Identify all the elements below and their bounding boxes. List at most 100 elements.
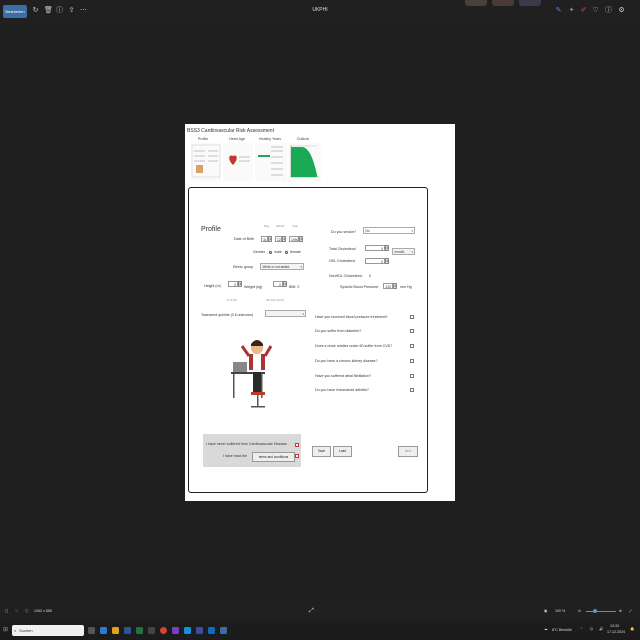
diabetes-checkbox[interactable] <box>410 329 414 333</box>
vscode-icon[interactable] <box>184 627 191 634</box>
month-stepper[interactable]: ⇕ <box>282 236 286 242</box>
teams-icon[interactable] <box>196 627 203 634</box>
volume-icon[interactable]: 🔊 <box>599 627 603 631</box>
info-icon[interactable]: ⓘ <box>605 7 612 14</box>
day-stepper[interactable]: ⇕ <box>268 236 272 242</box>
total-cholesterol-input[interactable]: 0 <box>365 245 385 251</box>
year-stepper[interactable]: ⇕ <box>299 236 303 242</box>
year-input[interactable]: 1990 <box>289 236 299 242</box>
edge-icon[interactable] <box>100 627 107 634</box>
search-input[interactable]: Suchen <box>12 625 84 636</box>
edit-image-icon[interactable]: ✎ <box>555 7 562 14</box>
network-icon[interactable]: ⌬ <box>590 627 593 631</box>
terms-button[interactable]: terms and conditions <box>252 452 295 462</box>
weight-input[interactable]: 0 <box>273 281 283 287</box>
heart-icon[interactable]: ♡ <box>15 609 18 613</box>
question-kidney: Do you have a chronic kidney disease? <box>315 359 378 363</box>
image-icon[interactable]: ▢ <box>5 609 8 613</box>
step-healthy-years[interactable]: Healthy Years <box>255 137 285 141</box>
rotate-icon[interactable]: ↻ <box>32 7 39 14</box>
fit-icon[interactable]: ▣ <box>544 609 547 613</box>
zoom-in-icon[interactable]: ⊕ <box>619 609 622 613</box>
info-icon[interactable]: ⓘ <box>56 7 63 14</box>
expand-icon[interactable]: ⤢ <box>309 608 314 615</box>
cholesterol-unit-select[interactable]: mmol/L <box>392 248 415 255</box>
dimensions-readout: 1052 x 858 <box>34 609 52 613</box>
read-terms-checkbox[interactable] <box>295 454 299 458</box>
color-swatch[interactable] <box>519 0 541 6</box>
smoke-select[interactable]: No <box>363 227 415 234</box>
never-cvd-checkbox[interactable] <box>295 443 299 447</box>
share-icon[interactable]: ⇪ <box>68 7 75 14</box>
kidney-checkbox[interactable] <box>410 359 414 363</box>
save-button[interactable]: Save <box>312 446 331 457</box>
next-button[interactable]: Next <box>398 446 418 457</box>
app-title: BSS3 Cardiovascular Risk Assessment <box>187 128 274 134</box>
heart-icon[interactable]: ♡ <box>592 7 599 14</box>
zoom-out-icon[interactable]: ⊖ <box>578 609 581 613</box>
notification-icon[interactable]: 🔔 <box>630 627 634 631</box>
weather-readout[interactable]: 8°C Bewölkt <box>552 628 572 632</box>
question-arthritis: Do you have rheumatoid arthritis? <box>315 388 369 392</box>
female-radio[interactable] <box>285 250 289 254</box>
ethnic-select[interactable]: White or not stated <box>260 263 304 270</box>
info-icon[interactable]: ⓘ <box>25 609 29 614</box>
more-icon[interactable]: ⋯ <box>80 7 87 14</box>
question-diabetes: Do you suffer from diabetes? <box>315 329 362 333</box>
step-heart-age[interactable]: Heart Age <box>222 137 252 141</box>
weather-icon[interactable]: ☁ <box>544 627 548 631</box>
male-radio[interactable] <box>269 250 273 254</box>
hdl-input[interactable]: 0 <box>365 258 385 264</box>
chrome-icon[interactable] <box>160 627 167 634</box>
effects-icon[interactable]: ✦ <box>568 7 575 14</box>
bp-treatment-checkbox[interactable] <box>410 315 414 319</box>
weight-stepper[interactable]: ⇕ <box>283 281 287 287</box>
tray-chevron-icon[interactable]: ⌃ <box>580 627 583 631</box>
settings-icon[interactable]: ⚙ <box>618 7 625 14</box>
clock-date[interactable]: 17.12.2024 <box>607 630 625 634</box>
excel-icon[interactable] <box>136 627 143 634</box>
visual-studio-icon[interactable] <box>172 627 179 634</box>
outlook-icon[interactable] <box>208 627 215 634</box>
outlook-thumbnail[interactable] <box>289 143 321 181</box>
zoom-slider[interactable] <box>586 611 616 612</box>
load-button[interactable]: Load <box>333 446 352 457</box>
townsend-select[interactable] <box>265 310 306 317</box>
color-swatch[interactable] <box>465 0 487 6</box>
heart-age-thumbnail[interactable] <box>223 143 253 181</box>
fullscreen-icon[interactable]: ⤢ <box>629 609 632 613</box>
hdl-stepper[interactable]: ⇕ <box>385 258 389 264</box>
delete-icon[interactable]: 🗑 <box>44 7 53 14</box>
height-label: Height (m) <box>204 284 221 288</box>
word-icon[interactable] <box>124 627 131 634</box>
year-label: Year <box>292 224 299 228</box>
total-cholesterol-stepper[interactable]: ⇕ <box>385 245 389 251</box>
read-terms-label: I have read the <box>223 454 247 458</box>
zoom-level[interactable]: 100 % <box>555 609 565 613</box>
step-profile[interactable]: Profile <box>188 137 218 141</box>
edit-button[interactable]: Bearbeiten <box>3 5 27 18</box>
height-input[interactable]: 0 <box>228 281 238 287</box>
healthy-years-thumbnail[interactable] <box>255 143 287 181</box>
atrial-fibrillation-checkbox[interactable] <box>410 374 414 378</box>
month-input[interactable]: 12 <box>275 236 282 242</box>
smoke-label: Do you smoke? <box>331 230 356 234</box>
step-outlook[interactable]: Outlook <box>288 137 318 141</box>
arthritis-checkbox[interactable] <box>410 388 414 392</box>
start-icon[interactable]: ⊞ <box>3 626 8 633</box>
clock-time[interactable]: 13:33 <box>610 624 619 628</box>
bp-stepper[interactable]: ⇕ <box>393 283 397 289</box>
draw-icon[interactable]: ✐ <box>580 7 587 14</box>
photos-icon[interactable] <box>220 627 227 634</box>
declarations-panel <box>203 434 301 467</box>
task-view-icon[interactable] <box>88 627 95 634</box>
profile-thumbnail[interactable] <box>191 143 221 181</box>
app-icon[interactable] <box>148 627 155 634</box>
bp-input[interactable]: 120 <box>383 283 393 289</box>
height-stepper[interactable]: ⇕ <box>238 281 242 287</box>
zoom-slider-handle[interactable] <box>593 609 597 613</box>
relative-cvd-checkbox[interactable] <box>410 344 414 348</box>
explorer-icon[interactable] <box>112 627 119 634</box>
color-swatch[interactable] <box>492 0 514 6</box>
day-input[interactable]: 31 <box>261 236 268 242</box>
